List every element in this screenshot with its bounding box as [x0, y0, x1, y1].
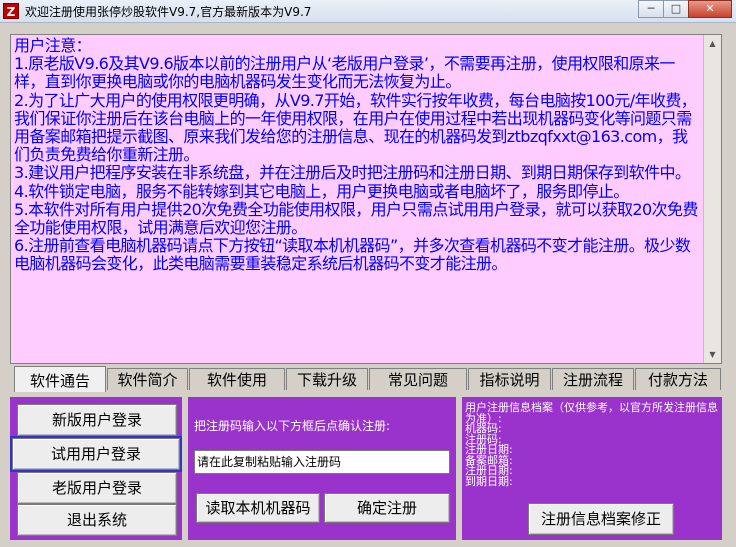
read-machine-code-button[interactable]: 读取本机机器码 — [196, 493, 320, 523]
notice-scrollbar[interactable]: ▲ ▼ — [703, 35, 721, 363]
title-bar: Z 欢迎注册使用张停炒股软件V9.7,官方最新版本为V9.7 ─ □ ✕ — [0, 0, 736, 23]
tab-faq[interactable]: 常见问题 — [369, 368, 467, 390]
close-button[interactable]: ✕ — [688, 0, 732, 18]
minimize-button[interactable]: ─ — [638, 0, 664, 18]
login-panel: 新版用户登录 试用用户登录 老版用户登录 退出系统 — [10, 397, 182, 540]
archive-field: 机器码: — [465, 422, 502, 435]
notice-text: 用户注意： 1.原老版V9.6及其V9.6版本以前的注册用户从‘老版用户登录’，… — [14, 36, 698, 274]
archive-field: 到期日期: — [465, 474, 513, 488]
trial-user-login-button[interactable]: 试用用户登录 — [10, 436, 182, 472]
tab-strip: 软件通告 软件简介 软件使用 下载升级 常见问题 指标说明 注册流程 付款方法 — [10, 366, 722, 392]
old-user-login-button[interactable]: 老版用户登录 — [17, 472, 177, 504]
tab-indicators[interactable]: 指标说明 — [468, 368, 551, 390]
new-user-login-button[interactable]: 新版用户登录 — [17, 404, 177, 436]
archive-panel: 用户注册信息档案（仅供参考，以官方所发注册信息为准）: 机器码: 注册码: 注册… — [462, 397, 722, 540]
archive-info: 用户注册信息档案（仅供参考，以官方所发注册信息为准）: 机器码: 注册码: 注册… — [465, 401, 721, 488]
window-title: 欢迎注册使用张停炒股软件V9.7,官方最新版本为V9.7 — [25, 5, 312, 19]
tab-notice[interactable]: 软件通告 — [14, 366, 106, 392]
window-controls: ─ □ ✕ — [638, 0, 732, 18]
exit-button[interactable]: 退出系统 — [17, 504, 177, 536]
confirm-register-button[interactable]: 确定注册 — [324, 493, 450, 523]
scroll-up-arrow-icon[interactable]: ▲ — [704, 35, 721, 52]
tab-intro[interactable]: 软件简介 — [107, 368, 188, 390]
edit-archive-button[interactable]: 注册信息档案修正 — [528, 503, 674, 535]
tab-register-flow[interactable]: 注册流程 — [552, 368, 634, 390]
scroll-down-arrow-icon[interactable]: ▼ — [704, 346, 721, 363]
tab-payment[interactable]: 付款方法 — [635, 368, 721, 390]
app-icon: Z — [3, 3, 19, 19]
register-instruction: 把注册码输入以下方框后点确认注册: — [194, 419, 391, 433]
register-panel: 把注册码输入以下方框后点确认注册: 请在此复制粘贴输入注册码 读取本机机器码 确… — [188, 397, 456, 540]
tab-download[interactable]: 下载升级 — [286, 368, 368, 390]
tab-usage[interactable]: 软件使用 — [189, 368, 285, 390]
notice-textbox[interactable]: 用户注意： 1.原老版V9.6及其V9.6版本以前的注册用户从‘老版用户登录’，… — [10, 34, 722, 364]
maximize-button[interactable]: □ — [663, 0, 689, 18]
register-code-input[interactable]: 请在此复制粘贴输入注册码 — [194, 450, 450, 474]
archive-header: 用户注册信息档案（仅供参考，以官方所发注册信息为准）: — [465, 401, 718, 425]
